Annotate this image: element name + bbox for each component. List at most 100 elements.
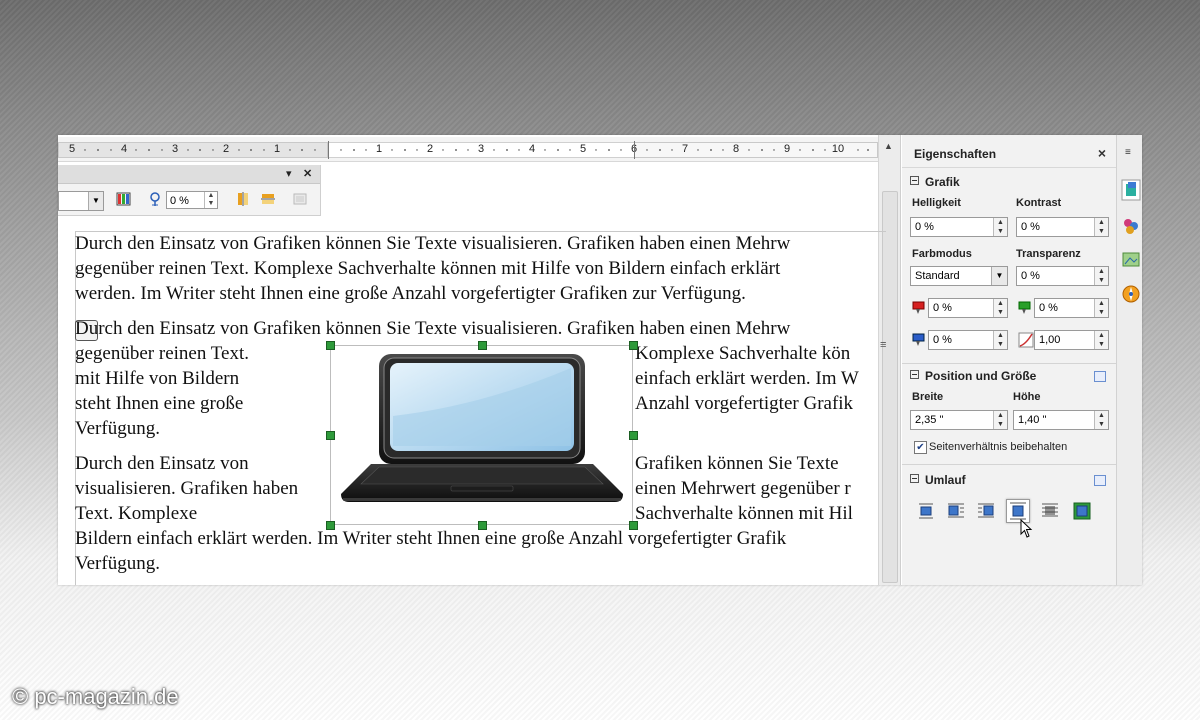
text-line[interactable]: Verfügung. [75,553,160,575]
text-line[interactable]: Grafiken können Sie Texte [635,453,839,475]
wrap-right-icon[interactable] [976,501,996,521]
sidebar-tab-bar: ≡ [1116,135,1142,585]
text-line[interactable]: Verfügung. [75,418,160,440]
flip-horizontal-icon[interactable] [259,191,277,209]
more-options-icon[interactable] [1094,475,1106,486]
text-line[interactable]: gegenüber reinen Text. [75,343,249,365]
section-position-header[interactable]: Position und Größe [910,369,1036,383]
wrap-background-icon[interactable] [1072,501,1092,521]
text-line[interactable]: gegenüber reinen Text. Komplexe Sachverh… [75,258,780,280]
spin-icon[interactable]: ▲ ▼ [1094,218,1108,236]
red-field[interactable]: 0 % ▲ ▼ [928,298,1008,318]
mouse-pointer-icon [1020,519,1033,538]
text-line[interactable]: werden. Im Writer steht Ihnen eine große… [75,283,746,305]
spin-icon[interactable]: ▲ ▼ [1094,299,1108,317]
toolbar-menu-icon[interactable]: ▾ [286,167,292,180]
spin-icon[interactable]: ▲ ▼ [1094,331,1108,349]
text-cursor-highlight [75,320,98,341]
sidebar-header: Eigenschaften × [902,135,1116,168]
resize-handle[interactable] [629,521,638,530]
graphics-mode-combo[interactable]: ▼ [58,191,104,211]
toolbar-close-icon[interactable]: ✕ [303,167,312,180]
resize-handle[interactable] [478,341,487,350]
tabbar-menu-icon[interactable]: ≡ [1125,147,1131,158]
text-line[interactable]: Durch den Einsatz von Grafiken können Si… [75,318,790,340]
text-line[interactable]: Text. Komplexe [75,503,197,525]
section-grafik-header[interactable]: Grafik [910,175,960,189]
helligkeit-field[interactable]: 0 % ▲ ▼ [910,217,1008,237]
resize-handle[interactable] [326,341,335,350]
breite-field[interactable]: 2,35 " ▲ ▼ [910,410,1008,430]
text-line[interactable]: Anzahl vorgefertigter Grafik [635,393,853,415]
green-field[interactable]: 0 % ▲ ▼ [1034,298,1109,318]
toolbar-titlebar[interactable]: ▾ ✕ [58,165,320,184]
chevron-down-icon[interactable]: ▼ [88,192,103,210]
spin-icon[interactable]: ▲ ▼ [993,299,1007,317]
selected-graphic[interactable] [326,341,638,530]
resize-handle[interactable] [326,521,335,530]
blue-field[interactable]: 0 % ▲ ▼ [928,330,1008,350]
text-line[interactable]: mit Hilfe von Bildern [75,368,239,390]
properties-tab-icon[interactable] [1121,179,1141,201]
farbmodus-select[interactable]: Standard ▼ [910,266,1008,286]
image-toolbar: ▾ ✕ ▼ 0 % ▲ ▼ [58,165,321,216]
kontrast-value: 0 % [1021,221,1040,233]
ruler-ticks [84,149,869,151]
wrap-off-icon[interactable] [916,501,936,521]
graphic-properties-icon[interactable] [291,191,309,209]
sidebar-title: Eigenschaften [914,147,997,161]
color-palette-icon[interactable] [115,191,133,209]
section-title: Position und Größe [925,369,1037,383]
sidebar-splitter[interactable] [900,135,901,585]
chevron-down-icon[interactable]: ▼ [991,267,1007,285]
collapse-icon[interactable] [910,370,919,379]
wrap-left-icon[interactable] [946,501,966,521]
transparency-field[interactable]: 0 % ▲ ▼ [166,191,218,209]
wrap-through-icon[interactable] [1040,501,1060,521]
hoehe-label: Höhe [1013,391,1041,403]
flip-vertical-icon[interactable] [234,191,252,209]
navigator-tab-icon[interactable] [1121,283,1141,305]
watermark: © pc-magazin.de [12,684,179,709]
properties-sidebar: Eigenschaften × Grafik Helligkeit 0 % ▲ ▼… [902,135,1116,585]
spin-icon[interactable]: ▲ ▼ [993,218,1007,236]
horizontal-ruler[interactable]: 5 4 3 2 1 1 2 3 4 5 6 7 8 9 10 [58,137,878,162]
scroll-up-icon[interactable]: ▲ [884,141,893,151]
text-line[interactable]: Durch den Einsatz von Grafiken können Si… [75,233,790,255]
kontrast-field[interactable]: 0 % ▲ ▼ [1016,217,1109,237]
text-line[interactable]: Bildern einfach erklärt werden. Im Write… [75,528,786,550]
text-line[interactable]: Komplexe Sachverhalte kön [635,343,850,365]
spin-icon[interactable]: ▲ ▼ [993,411,1007,429]
keep-ratio-checkbox[interactable]: ✔ [914,441,927,454]
spin-icon[interactable]: ▲ ▼ [1094,411,1108,429]
close-icon[interactable]: × [1098,145,1106,161]
text-line[interactable]: Sachverhalte können mit Hil [635,503,853,525]
more-options-icon[interactable] [1094,371,1106,382]
hoehe-field[interactable]: 1,40 " ▲ ▼ [1013,410,1109,430]
red-value: 0 % [933,302,952,314]
spin-icon[interactable]: ▲ ▼ [1094,267,1108,285]
keep-ratio-label[interactable]: Seitenverhältnis beibehalten [929,441,1067,453]
styles-tab-icon[interactable] [1121,215,1141,237]
transparenz-field[interactable]: 0 % ▲ ▼ [1016,266,1109,286]
collapse-icon[interactable] [910,474,919,483]
gallery-tab-icon[interactable] [1121,249,1141,271]
collapse-icon[interactable] [910,176,919,185]
section-divider [902,363,1116,364]
text-line[interactable]: einfach erklärt werden. Im W [635,368,859,390]
text-line[interactable]: visualisieren. Grafiken haben [75,478,298,500]
resize-handle[interactable] [478,521,487,530]
resize-handle[interactable] [629,431,638,440]
gamma-field[interactable]: 1,00 ▲ ▼ [1034,330,1109,350]
spin-icon[interactable]: ▲ ▼ [993,331,1007,349]
writer-window: 5 4 3 2 1 1 2 3 4 5 6 7 8 9 10 [58,135,1142,585]
text-line[interactable]: einen Mehrwert gegenüber r [635,478,851,500]
spin-icon[interactable]: ▲ ▼ [204,192,217,208]
text-line[interactable]: steht Ihnen eine große [75,393,243,415]
text-line[interactable]: Durch den Einsatz von [75,453,249,475]
section-title: Umlauf [925,473,966,487]
resize-handle[interactable] [629,341,638,350]
section-umlauf-header[interactable]: Umlauf [910,473,966,487]
resize-handle[interactable] [326,431,335,440]
gamma-value: 1,00 [1039,334,1061,346]
